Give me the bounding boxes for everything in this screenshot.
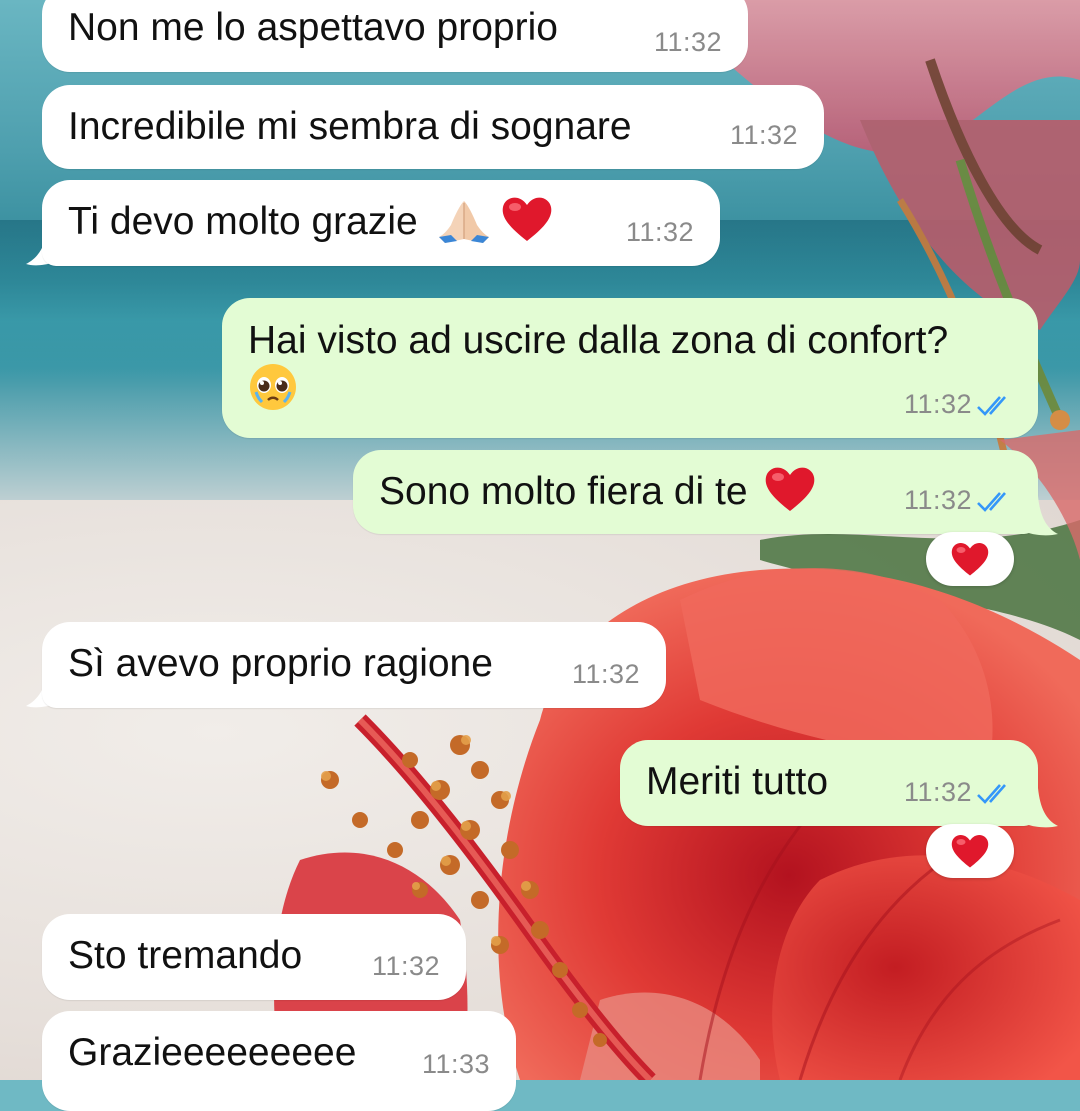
message-reaction[interactable] (926, 824, 1014, 878)
read-receipt-ticks-icon (977, 396, 1006, 416)
red-heart-icon (503, 197, 552, 241)
bubble-tail (1026, 496, 1058, 536)
incoming-message-bubble[interactable]: Sì avevo proprio ragione 11:32 (42, 622, 666, 708)
read-receipt-ticks-icon (977, 784, 1006, 804)
message-timestamp: 11:32 (371, 951, 440, 981)
read-receipt-ticks-icon (977, 492, 1006, 512)
message-text: Non me lo aspettavo proprio (68, 6, 558, 49)
incoming-message-bubble[interactable]: Grazieeeeeeeee 11:33 (42, 1011, 516, 1111)
red-heart-icon (951, 834, 989, 868)
message-text: Ti devo molto grazie (68, 197, 553, 245)
message-timestamp: 11:32 (903, 389, 972, 419)
message-timestamp: 11:32 (903, 485, 972, 515)
message-text: Hai visto ad uscire dalla zona di confor… (248, 318, 948, 412)
incoming-message-bubble[interactable]: Sto tremando 11:32 (42, 914, 466, 1000)
outgoing-message-bubble[interactable]: Sono molto fiera di te 11:32 (353, 450, 1038, 534)
message-text: Grazieeeeeeeee (68, 1031, 357, 1074)
bubble-tail (1026, 788, 1058, 828)
outgoing-message-bubble[interactable]: Hai visto ad uscire dalla zona di confor… (222, 298, 1038, 438)
message-timestamp: 11:33 (421, 1049, 490, 1079)
incoming-message-bubble[interactable]: Non me lo aspettavo proprio 11:32 (42, 0, 748, 72)
pleading-face-icon (250, 363, 296, 410)
folded-hands-icon (438, 200, 489, 243)
message-text: Sì avevo proprio ragione (68, 642, 493, 685)
message-text: Sono molto fiera di te (379, 467, 816, 515)
message-text: Incredibile mi sembra di sognare (68, 105, 632, 148)
incoming-message-bubble[interactable]: Incredibile mi sembra di sognare 11:32 (42, 85, 824, 169)
outgoing-message-bubble[interactable]: Meriti tutto 11:32 (620, 740, 1038, 826)
red-heart-icon (766, 467, 815, 511)
message-timestamp: 11:32 (571, 659, 640, 689)
message-text: Meriti tutto (646, 760, 829, 803)
message-timestamp: 11:32 (729, 120, 798, 150)
message-text: Sto tremando (68, 934, 303, 977)
incoming-message-bubble[interactable]: Ti devo molto grazie 11:32 (42, 180, 720, 266)
message-timestamp: 11:32 (653, 27, 722, 57)
message-reaction[interactable] (926, 532, 1014, 586)
message-timestamp: 11:32 (625, 217, 694, 247)
red-heart-icon (951, 542, 989, 576)
message-timestamp: 11:32 (903, 777, 972, 807)
